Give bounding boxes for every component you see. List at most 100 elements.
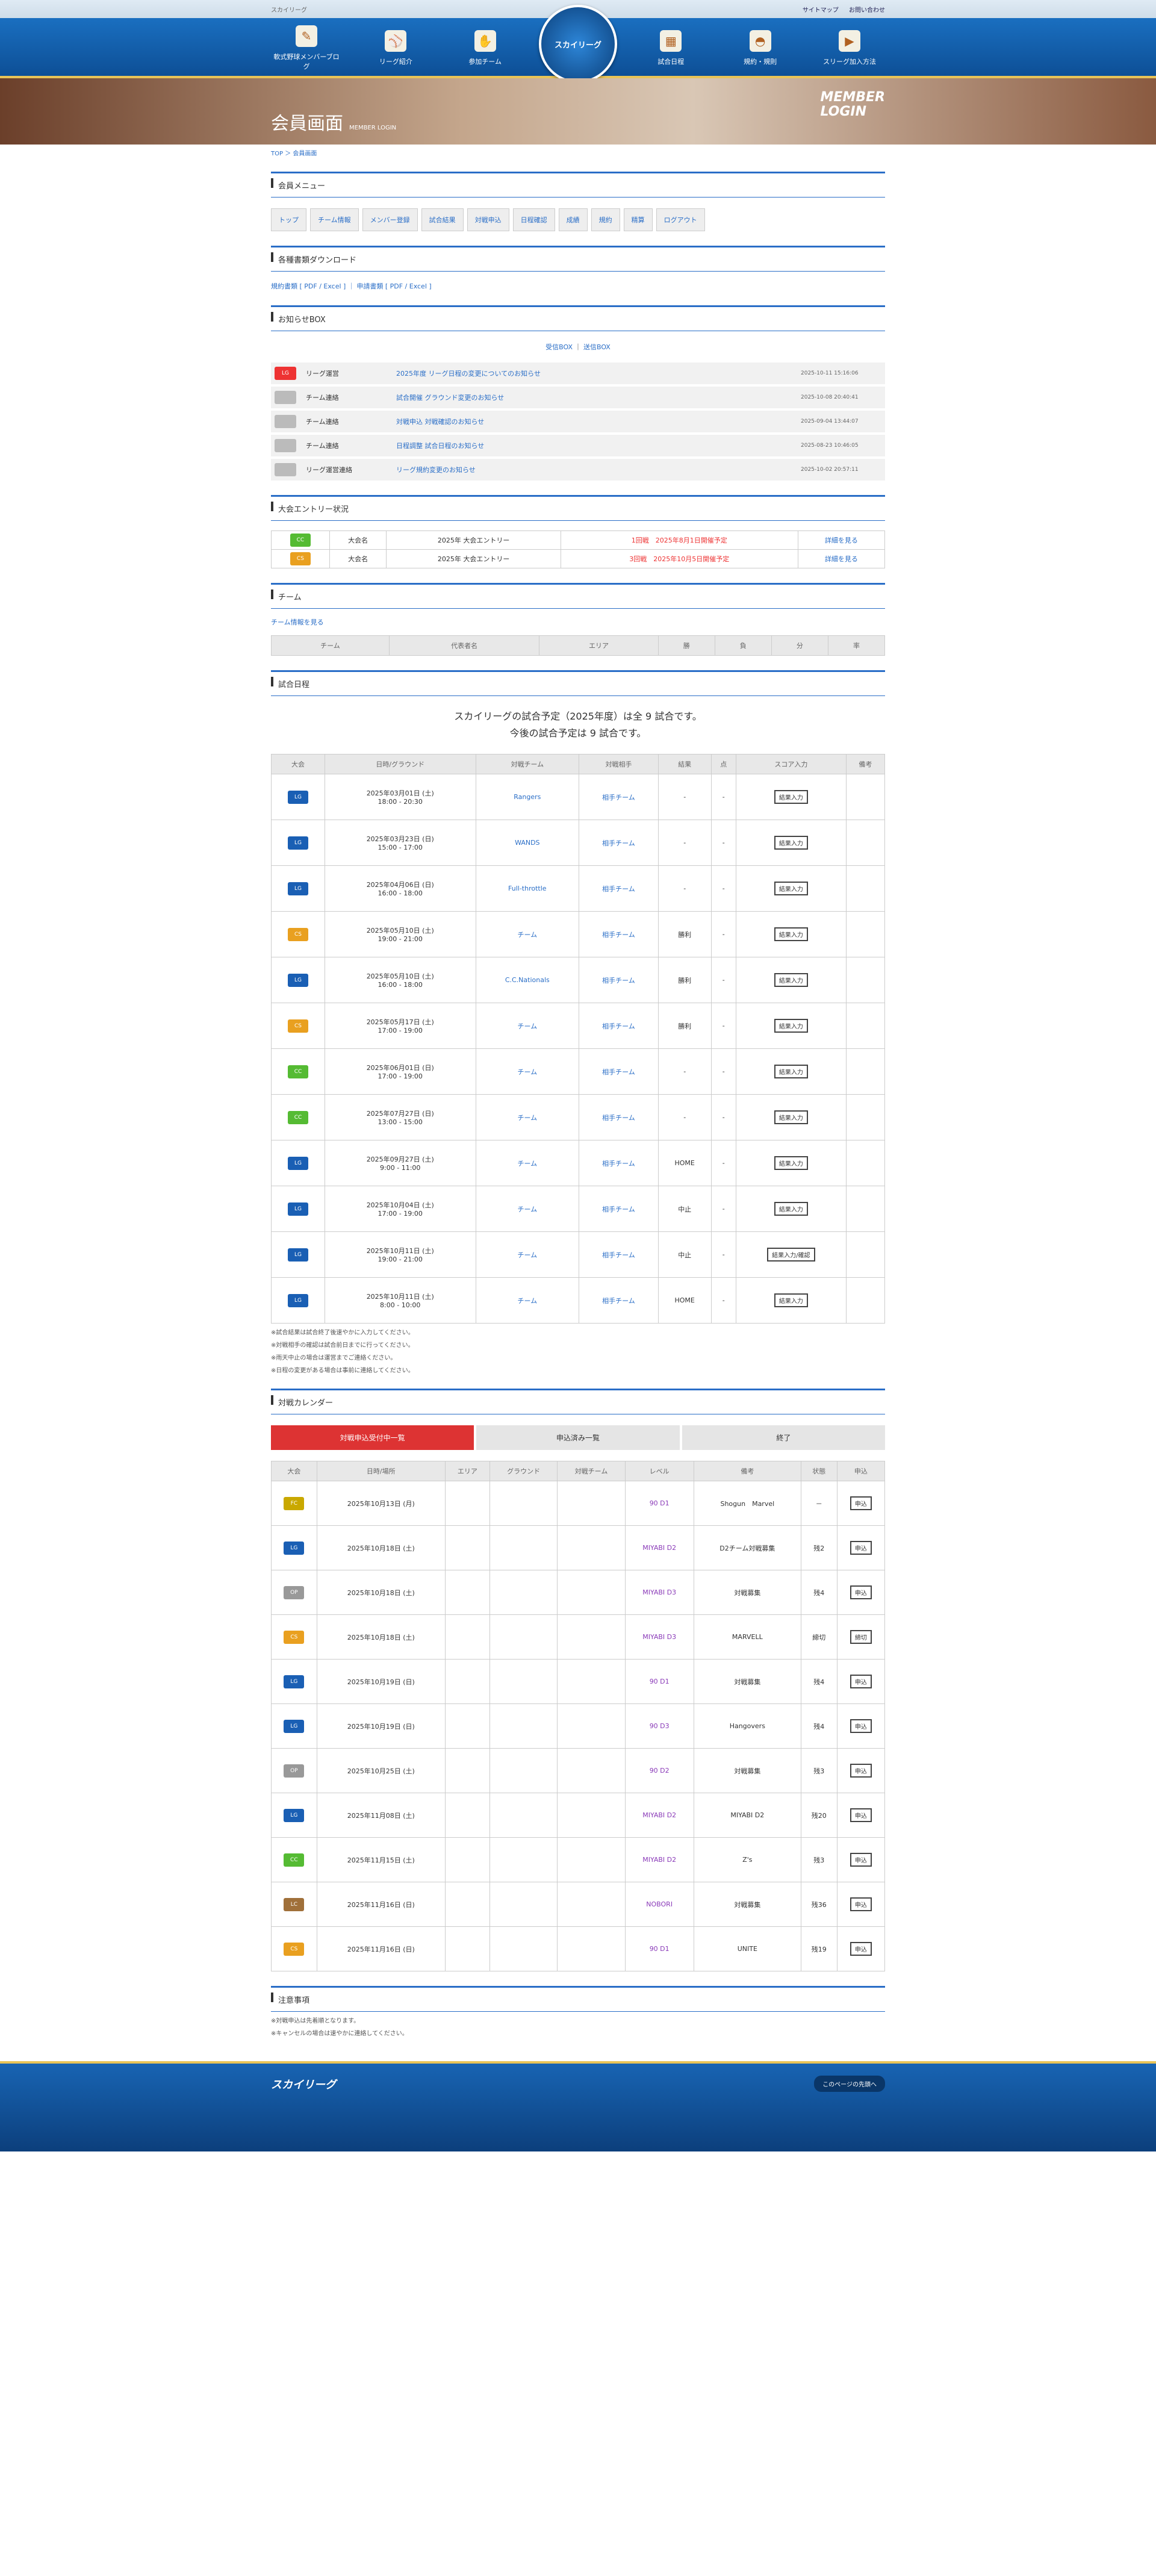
score-input-button[interactable]: 結果入力 bbox=[774, 1019, 808, 1033]
menu-tab[interactable]: 対戦申込 bbox=[467, 208, 509, 231]
score-input-button[interactable]: 結果入力 bbox=[774, 882, 808, 895]
site-logo[interactable]: スカイリーグ bbox=[538, 5, 617, 83]
nav-join[interactable]: ▶ スリーグ加入方法 bbox=[814, 30, 885, 66]
entry-link[interactable]: 詳細を見る bbox=[797, 549, 886, 568]
score-input-button[interactable]: 結果入力 bbox=[774, 1156, 808, 1170]
calendar-tab[interactable]: 終了 bbox=[682, 1425, 885, 1450]
game-opponent[interactable]: 相手チーム bbox=[579, 865, 659, 912]
calendar-tab[interactable]: 対戦申込受付中一覧 bbox=[271, 1425, 474, 1450]
game-opponent[interactable]: 相手チーム bbox=[579, 774, 659, 820]
calendar-team[interactable] bbox=[557, 1926, 626, 1971]
announcement-title[interactable]: 試合開催 グラウンド変更のお知らせ bbox=[396, 393, 801, 402]
game-team[interactable]: チーム bbox=[475, 1003, 580, 1049]
apply-button[interactable]: 申込 bbox=[850, 1897, 872, 1911]
game-team[interactable]: Rangers bbox=[475, 774, 580, 820]
score-input-button[interactable]: 結果入力/確認 bbox=[767, 1248, 815, 1262]
game-opponent[interactable]: 相手チーム bbox=[579, 911, 659, 957]
game-date: 2025年03月01日 (土) bbox=[366, 789, 434, 797]
announcement-row[interactable]: チーム連絡 対戦申込 対戦確認のお知らせ 2025-09-04 13:44:07 bbox=[271, 411, 885, 432]
score-input-button[interactable]: 結果入力 bbox=[774, 1110, 808, 1124]
apply-button[interactable]: 申込 bbox=[850, 1808, 872, 1822]
calendar-team[interactable] bbox=[557, 1793, 626, 1838]
apply-button[interactable]: 申込 bbox=[850, 1675, 872, 1688]
announcement-row[interactable]: LG リーグ運営 2025年度 リーグ日程の変更についてのお知らせ 2025-10-1… bbox=[271, 362, 885, 384]
menu-tab[interactable]: チーム情報 bbox=[310, 208, 359, 231]
calendar-team[interactable] bbox=[557, 1703, 626, 1749]
calendar-team[interactable] bbox=[557, 1882, 626, 1927]
apply-button[interactable]: 申込 bbox=[850, 1942, 872, 1956]
game-team[interactable]: チーム bbox=[475, 1140, 580, 1186]
docs-links[interactable]: 規約書類 [ PDF / Excel ] ｜ 申請書類 [ PDF / Exce… bbox=[271, 281, 885, 291]
announcement-title[interactable]: 日程調整 試合日程のお知らせ bbox=[396, 441, 801, 450]
announcement-row[interactable]: チーム連絡 試合開催 グラウンド変更のお知らせ 2025-10-08 20:40:4… bbox=[271, 387, 885, 408]
score-input-button[interactable]: 結果入力 bbox=[774, 927, 808, 941]
menu-tab[interactable]: 日程確認 bbox=[512, 208, 555, 231]
announcement-title[interactable]: 対戦申込 対戦確認のお知らせ bbox=[396, 417, 801, 426]
nav-blog[interactable]: ✎ 軟式野球メンバーブログ bbox=[271, 25, 342, 71]
nav-league[interactable]: ⚾ リーグ紹介 bbox=[360, 30, 431, 66]
apply-button[interactable]: 申込 bbox=[850, 1585, 872, 1599]
footer-logo[interactable]: スカイリーグ bbox=[271, 2076, 336, 2092]
game-opponent[interactable]: 相手チーム bbox=[579, 1140, 659, 1186]
sitemap-link[interactable]: サイトマップ bbox=[803, 7, 839, 14]
nav-teams[interactable]: ✋ 参加チーム bbox=[450, 30, 521, 66]
apply-button[interactable]: 申込 bbox=[850, 1853, 872, 1867]
apply-button[interactable]: 申込 bbox=[850, 1764, 872, 1778]
announcement-title[interactable]: リーグ規約変更のお知らせ bbox=[396, 465, 801, 474]
nav-schedule[interactable]: ▦ 試合日程 bbox=[635, 30, 706, 66]
calendar-team[interactable] bbox=[557, 1525, 626, 1570]
entry-link[interactable]: 詳細を見る bbox=[797, 530, 886, 550]
inbox-link[interactable]: 受信BOX bbox=[545, 343, 573, 351]
calendar-team[interactable] bbox=[557, 1837, 626, 1882]
game-team[interactable]: チーム bbox=[475, 1277, 580, 1324]
announcement-row[interactable]: チーム連絡 日程調整 試合日程のお知らせ 2025-08-23 10:46:05 bbox=[271, 435, 885, 456]
game-opponent[interactable]: 相手チーム bbox=[579, 1186, 659, 1232]
menu-tab[interactable]: 成績 bbox=[558, 208, 588, 231]
menu-tab[interactable]: 規約 bbox=[591, 208, 620, 231]
game-team[interactable]: チーム bbox=[475, 1186, 580, 1232]
game-team[interactable]: チーム bbox=[475, 1048, 580, 1095]
menu-tab[interactable]: 精算 bbox=[623, 208, 653, 231]
score-input-button[interactable]: 結果入力 bbox=[774, 1065, 808, 1078]
calendar-team[interactable] bbox=[557, 1659, 626, 1704]
announcement-title[interactable]: 2025年度 リーグ日程の変更についてのお知らせ bbox=[396, 369, 801, 378]
announcement-row[interactable]: リーグ運営連絡 リーグ規約変更のお知らせ 2025-10-02 20:57:11 bbox=[271, 459, 885, 481]
page-top-button[interactable]: このページの先頭へ bbox=[814, 2076, 885, 2092]
apply-button[interactable]: 申込 bbox=[850, 1719, 872, 1733]
game-opponent[interactable]: 相手チーム bbox=[579, 957, 659, 1003]
game-team[interactable]: チーム bbox=[475, 1231, 580, 1278]
score-input-button[interactable]: 結果入力 bbox=[774, 973, 808, 987]
game-opponent[interactable]: 相手チーム bbox=[579, 820, 659, 866]
apply-button[interactable]: 締切 bbox=[850, 1630, 872, 1644]
calendar-team[interactable] bbox=[557, 1614, 626, 1660]
breadcrumb[interactable]: TOP ＞ 会員画面 bbox=[271, 148, 885, 157]
apply-button[interactable]: 申込 bbox=[850, 1496, 872, 1510]
calendar-team[interactable] bbox=[557, 1570, 626, 1615]
calendar-team[interactable] bbox=[557, 1748, 626, 1793]
game-team[interactable]: Full-throttle bbox=[475, 865, 580, 912]
game-opponent[interactable]: 相手チーム bbox=[579, 1231, 659, 1278]
outbox-link[interactable]: 送信BOX bbox=[583, 343, 611, 351]
calendar-team[interactable] bbox=[557, 1481, 626, 1526]
game-team[interactable]: C.C.Nationals bbox=[475, 957, 580, 1003]
menu-tab[interactable]: トップ bbox=[271, 208, 306, 231]
game-team[interactable]: チーム bbox=[475, 911, 580, 957]
nav-rules[interactable]: ◓ 規約・規則 bbox=[725, 30, 796, 66]
menu-tab[interactable]: 試合結果 bbox=[421, 208, 464, 231]
score-input-button[interactable]: 結果入力 bbox=[774, 1293, 808, 1307]
game-opponent[interactable]: 相手チーム bbox=[579, 1277, 659, 1324]
game-team[interactable]: WANDS bbox=[475, 820, 580, 866]
apply-button[interactable]: 申込 bbox=[850, 1541, 872, 1555]
game-opponent[interactable]: 相手チーム bbox=[579, 1003, 659, 1049]
score-input-button[interactable]: 結果入力 bbox=[774, 790, 808, 804]
game-team[interactable]: チーム bbox=[475, 1094, 580, 1140]
contact-link[interactable]: お問い合わせ bbox=[849, 7, 885, 14]
score-input-button[interactable]: 結果入力 bbox=[774, 836, 808, 850]
team-info-link[interactable]: チーム情報を見る bbox=[271, 618, 324, 626]
menu-tab[interactable]: メンバー登録 bbox=[362, 208, 418, 231]
calendar-tab[interactable]: 申込済み一覧 bbox=[476, 1425, 680, 1450]
score-input-button[interactable]: 結果入力 bbox=[774, 1202, 808, 1216]
menu-tab[interactable]: ログアウト bbox=[656, 208, 705, 231]
game-opponent[interactable]: 相手チーム bbox=[579, 1094, 659, 1140]
game-opponent[interactable]: 相手チーム bbox=[579, 1048, 659, 1095]
